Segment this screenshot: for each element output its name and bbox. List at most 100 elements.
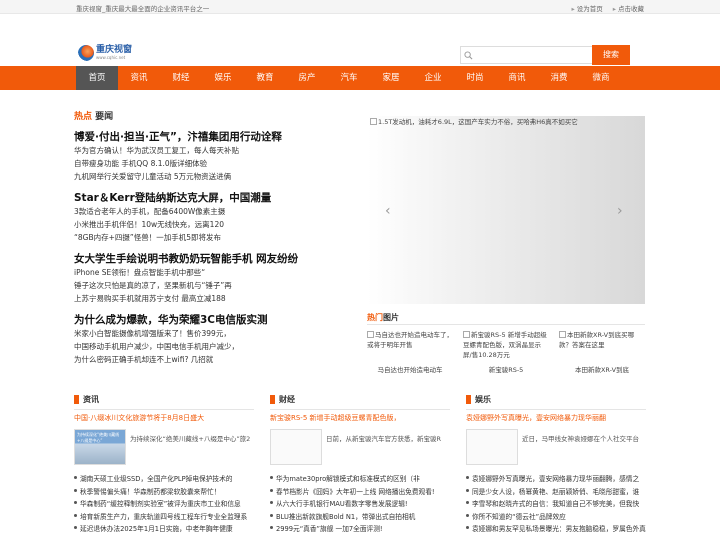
nav-item[interactable]: 家居: [370, 66, 412, 90]
hot-news-link[interactable]: 中国移动手机用户减少，中国电信手机用户减少，: [74, 340, 354, 353]
slider-prev-button[interactable]: ‹: [385, 204, 395, 218]
picture-item[interactable]: 马自达也开始造电动车了，或将于明年开售马自达也开始造电动车: [367, 330, 453, 374]
column-marker: [466, 395, 471, 404]
featured-description: 近日，马甲线女神袁娅娜在个人社交平台: [522, 435, 639, 443]
bullet-icon: [74, 513, 77, 517]
featured-description: 为持续深化“绝美川藏线+八缀是中心”旅2: [130, 435, 251, 443]
list-item[interactable]: 湖南天硕工业级SSD，全国产化PLP掉电保护技术的: [74, 473, 254, 486]
hot-pictures-title: 热门图片: [367, 313, 399, 322]
featured-description: 日前，从新宝骏汽车官方获悉，新宝骏R: [326, 435, 442, 443]
hot-news-link[interactable]: 自带瘦身功能 手机QQ 8.1.0版详细体验: [74, 157, 354, 170]
nav-item[interactable]: 消费: [538, 66, 580, 90]
hot-news-link[interactable]: 华为官方确认！华为武汉员工复工，每人每天补贴: [74, 144, 354, 157]
list-item[interactable]: BLU推出新款旗舰Bold N1，带弹出式自拍相机: [270, 511, 450, 524]
list-item[interactable]: 华为mate30pro解锁模式和标准模式的区别（非: [270, 473, 450, 486]
list-item[interactable]: 从六大行手机银行MAU看数字零售发展逻辑!: [270, 498, 450, 511]
picture-item[interactable]: 本田新款XR-V到底买哪款？答案在这里 本田新款XR-V到底: [559, 330, 645, 374]
featured-item[interactable]: 日前，从新宝骏汽车官方获悉，新宝骏R: [270, 429, 450, 467]
list-item[interactable]: 春节档影片《囧妈》大年初一上线 网络播出免费观看!: [270, 486, 450, 499]
nav-item[interactable]: 企业: [412, 66, 454, 90]
list-item[interactable]: 袁娅娜和男友罕见私场景曝光：男友抱脑稳稳，罗属色外真: [466, 523, 646, 536]
hot-news-link[interactable]: iPhone SE领衔！盘点智能手机中那些“: [74, 266, 354, 279]
logo-swirl-icon: [78, 45, 94, 61]
list-item[interactable]: 你所不知道的“德云社”品牌效应: [466, 511, 646, 524]
hot-news-link[interactable]: 上苏宁易购买手机就用苏宁支付 最高立减188: [74, 292, 354, 305]
hot-news-section: 热点 要闻 博爱·付出·担当·正气”，汴禧集团用行动诠释 华为官方确认！华为武汉员…: [74, 109, 354, 366]
bullet-icon: [74, 501, 77, 505]
picture-caption[interactable]: 本田新款XR-V到底: [559, 364, 645, 374]
hot-headline[interactable]: Star＆Kerr登陆纳斯达克大屏，中国潮量: [74, 191, 354, 205]
search-icon: [464, 50, 473, 59]
list-item[interactable]: 秋季警惕偏头痛！华森制药都梁软胶囊来帮忙！: [74, 486, 254, 499]
hot-news-link[interactable]: 小米推出手机伴侣！10w无线快充，远离120: [74, 218, 354, 231]
nav-item[interactable]: 资讯: [118, 66, 160, 90]
logo-text: 重庆视窗: [96, 45, 133, 55]
image-slider[interactable]: 1.5T发动机，油耗才6.9L，这国产车实力不俗，买哈弗H6真不如买它 ‹ ›: [367, 116, 645, 304]
news-column: 财经 新宝骏RS-5 新增手动超级豆螺青配色版， 日前，从新宝骏汽车官方获悉，新宝骏…: [270, 394, 450, 536]
nav-item[interactable]: 娱乐: [202, 66, 244, 90]
picture-caption[interactable]: 马自达也开始造电动车: [367, 364, 453, 374]
nav-item[interactable]: 财经: [160, 66, 202, 90]
bookmark-link[interactable]: ▸ 点击收藏: [613, 3, 644, 13]
picture-item[interactable]: 新宝骏RS-5 新增手动超级豆螺青配色版，双涡晶显示屏/售10.28万元 新宝骏R…: [463, 330, 549, 374]
broken-image-icon: [463, 331, 470, 338]
column-header: 资讯: [74, 394, 254, 405]
hot-news-link[interactable]: 为什么密码正确手机却连不上wifi? 几招就: [74, 353, 354, 366]
bullet-icon: [466, 488, 469, 492]
hot-headline[interactable]: 为什么成为爆款，华为荣耀3C电信版实测: [74, 313, 354, 327]
nav-item[interactable]: 教育: [244, 66, 286, 90]
list-item[interactable]: 李雪琴和赵晓卉式的自信：我知道自己不够完美，但我快: [466, 498, 646, 511]
slider-next-button[interactable]: ›: [617, 204, 627, 218]
nav-item[interactable]: 首页: [76, 66, 118, 90]
list-item[interactable]: 袁娅娜野外写真曝光，壹安网络暴力现华丽翻腾，感情之: [466, 473, 646, 486]
hot-headline[interactable]: 博爱·付出·担当·正气”，汴禧集团用行动诠释: [74, 130, 354, 144]
bullet-icon: [466, 476, 469, 479]
nav-item[interactable]: 时尚: [454, 66, 496, 90]
bullet-icon: [74, 488, 77, 492]
column-headline[interactable]: 袁娅娜野外写真曝光，壹安网络暴力现华丽翻: [466, 413, 646, 423]
list-item[interactable]: 同是少女人设，杨幂黄艳、赵丽颖娇俏、毛晓彤甜蜜，谁: [466, 486, 646, 499]
site-logo[interactable]: 重庆视窗 www.cqhic.net: [78, 43, 140, 63]
nav-item[interactable]: 房产: [286, 66, 328, 90]
column-headline[interactable]: 新宝骏RS-5 新增手动超级豆螺青配色版，: [270, 413, 450, 423]
picture-caption[interactable]: 新宝骏RS-5: [463, 364, 549, 374]
featured-thumbnail[interactable]: [270, 429, 322, 465]
column-headline[interactable]: 中国·八缀冰川文化旅游节将于8月8日盛大: [74, 413, 254, 423]
bullet-icon: [270, 501, 273, 505]
divider: [367, 324, 645, 325]
set-home-link[interactable]: ▸ 设为首页: [571, 3, 602, 13]
featured-thumbnail[interactable]: 为持续深化“绝美川藏线+八缀是中心”: [74, 429, 126, 465]
featured-thumbnail[interactable]: [466, 429, 518, 465]
search-button[interactable]: 搜索: [592, 45, 630, 65]
picture-alt-text: 马自达也开始造电动车了，或将于明年开售: [367, 331, 453, 349]
top-bar: 重庆视窗_重庆最大最全面的企业资讯平台之一 ▸ 设为首页 ▸ 点击收藏: [0, 0, 720, 14]
list-item[interactable]: 2999元“真香”旗舰 一加7全面评测!: [270, 523, 450, 536]
bullet-icon: [466, 501, 469, 505]
hot-news-link[interactable]: “8GB内存+四摄”怪兽！一加手机5即将发布: [74, 231, 354, 244]
hot-news-link[interactable]: 米家小白智能摄像机增强版来了！售价399元，: [74, 327, 354, 340]
featured-item[interactable]: 为持续深化“绝美川藏线+八缀是中心” 为持续深化“绝美川藏线+八缀是中心”旅2: [74, 429, 254, 467]
list-item[interactable]: 华森制药“缓控释制剂实验室”被评为重庆市工业和信息: [74, 498, 254, 511]
list-item[interactable]: 培育新质生产力，重庆轨道四号线工程车行专业全监理系: [74, 511, 254, 524]
bullet-icon: [270, 513, 273, 517]
broken-image-icon: [367, 331, 374, 338]
nav-item[interactable]: 微商: [580, 66, 622, 90]
nav-item[interactable]: 汽车: [328, 66, 370, 90]
slider-image: [367, 116, 645, 304]
list-item[interactable]: 延迟退休办法2025年1月1日实施，中老年胸年健康: [74, 523, 254, 536]
hot-pictures-list: 马自达也开始造电动车了，或将于明年开售马自达也开始造电动车 新宝骏RS-5 新增手…: [367, 330, 645, 374]
site-tagline: 重庆视窗_重庆最大最全面的企业资讯平台之一: [76, 5, 210, 13]
featured-item[interactable]: 近日，马甲线女神袁娅娜在个人社交平台: [466, 429, 646, 467]
hot-news-link[interactable]: 锤子这次只怕是真的凉了，坚果新机与“锤子”再: [74, 279, 354, 292]
divider: [466, 409, 646, 410]
bullet-icon: [466, 513, 469, 517]
bullet-icon: [270, 488, 273, 492]
slider-caption: 1.5T发动机，油耗才6.9L，这国产车实力不俗，买哈弗H6真不如买它: [370, 116, 578, 126]
nav-item[interactable]: 商讯: [496, 66, 538, 90]
hot-news-link[interactable]: 3款适合老年人的手机，配备6400W像素主摄: [74, 205, 354, 218]
hot-news-link[interactable]: 九机网举行关爱留守儿童活动 5万元物资送进俩: [74, 170, 354, 183]
hot-headline[interactable]: 女大学生手绘说明书教奶奶玩智能手机 网友纷纷: [74, 252, 354, 266]
search-box: [460, 46, 592, 64]
search-input[interactable]: [473, 48, 583, 62]
bullet-icon: [270, 526, 273, 530]
